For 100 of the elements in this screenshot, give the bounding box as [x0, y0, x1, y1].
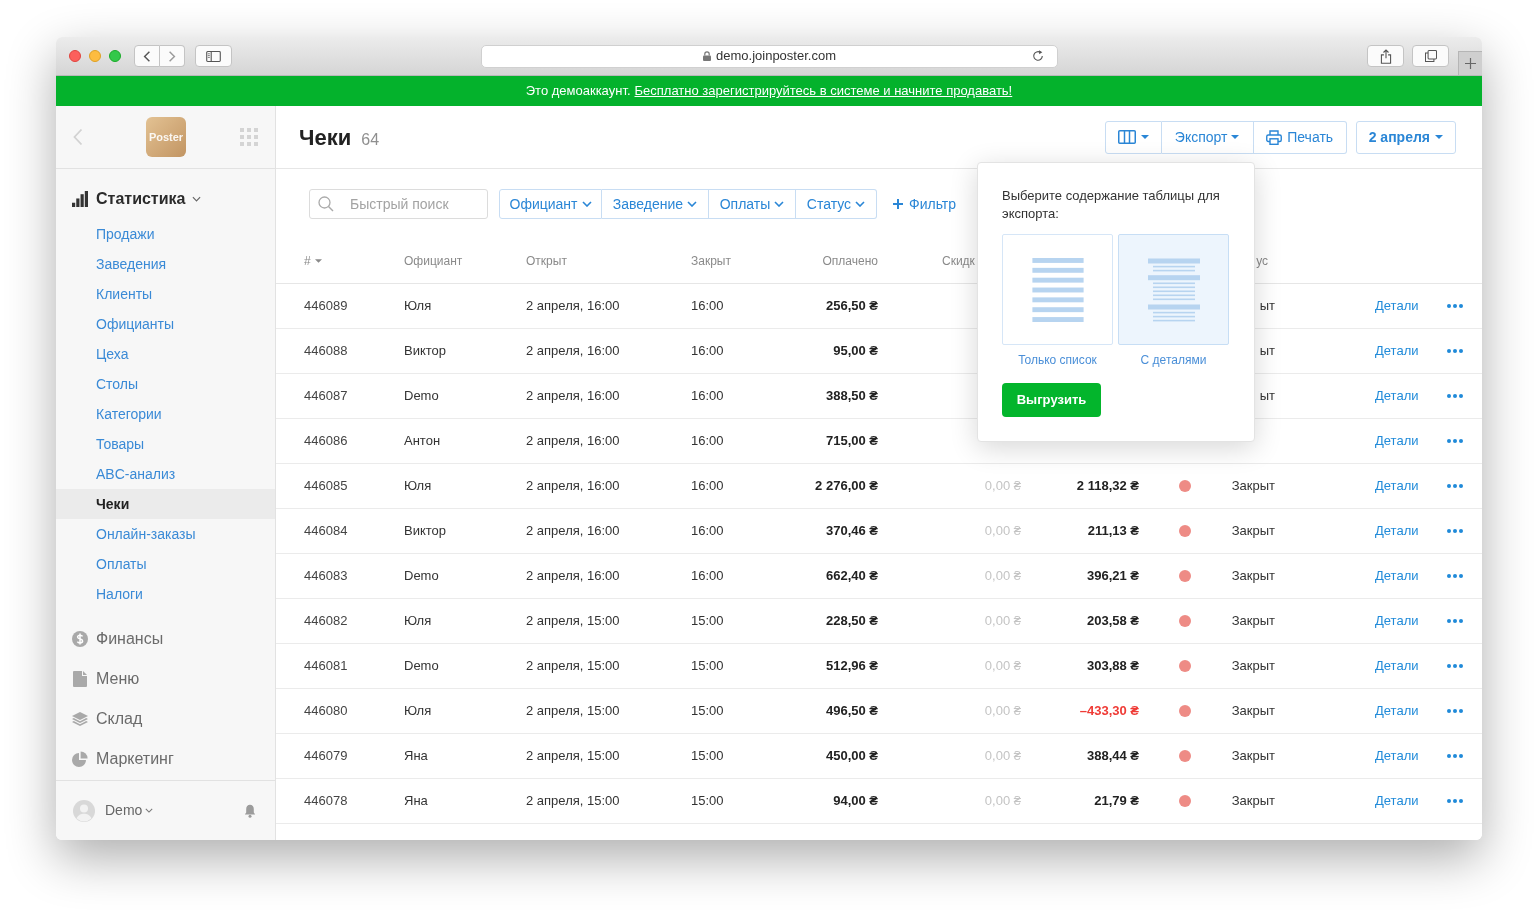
- logo[interactable]: Poster: [146, 117, 186, 157]
- user-menu-button[interactable]: Demo: [105, 800, 154, 821]
- filter-dropdown[interactable]: Заведение: [602, 189, 709, 219]
- bell-icon[interactable]: [244, 803, 256, 818]
- more-icon[interactable]: [1447, 439, 1463, 443]
- sort-caret-icon[interactable]: [314, 259, 322, 263]
- discount-amount: 0,00 ₴: [984, 612, 1021, 631]
- sidebar-toggle-button[interactable]: [195, 45, 232, 67]
- details-link[interactable]: Детали: [1375, 478, 1419, 494]
- reload-icon: [1032, 50, 1044, 62]
- signup-link[interactable]: Бесплатно зарегистрируйтесь в системе и начните продавать!: [634, 81, 1013, 101]
- more-icon[interactable]: [1447, 349, 1463, 353]
- sidebar-item[interactable]: Продажи: [56, 219, 275, 249]
- check-number: 446078: [304, 793, 348, 809]
- filter-dropdown[interactable]: Статус: [796, 189, 877, 219]
- sidebar-item[interactable]: Оплаты: [56, 549, 275, 579]
- sidebar-item[interactable]: Столы: [56, 369, 275, 399]
- plus-icon: [893, 199, 903, 209]
- option-label[interactable]: С деталями: [1140, 353, 1207, 367]
- column-header: Оплачено: [822, 253, 878, 270]
- more-icon[interactable]: [1447, 394, 1463, 398]
- date-picker-button[interactable]: 2 апреля: [1355, 120, 1456, 154]
- search-field[interactable]: Быстрый поиск: [309, 189, 488, 219]
- sidebar-item[interactable]: Цеха: [56, 339, 275, 369]
- profit-amount: 21,79 ₴: [1094, 792, 1139, 811]
- details-link[interactable]: Детали: [1375, 343, 1419, 359]
- address-bar[interactable]: demo.joinposter.com: [481, 44, 1058, 68]
- more-icon[interactable]: [1447, 709, 1463, 713]
- show-tabs-button[interactable]: [1412, 45, 1449, 67]
- column-header: Закрыт: [691, 254, 731, 268]
- reload-button[interactable]: [1031, 49, 1045, 63]
- more-icon[interactable]: [1447, 574, 1463, 578]
- sidebar-section[interactable]: Статистика: [96, 187, 186, 211]
- window-zoom-button[interactable]: [109, 50, 121, 62]
- status-text: ыт: [1259, 342, 1275, 361]
- sidebar-section[interactable]: Склад: [96, 707, 143, 731]
- export-option-tile[interactable]: [1002, 234, 1113, 345]
- sidebar-item[interactable]: Официанты: [56, 309, 275, 339]
- sidebar-item[interactable]: Товары: [56, 429, 275, 459]
- more-icon[interactable]: [1447, 529, 1463, 533]
- profit-amount: 2 118,32 ₴: [1076, 477, 1139, 496]
- sidebar-item[interactable]: Налоги: [56, 579, 275, 609]
- details-link[interactable]: Детали: [1375, 613, 1419, 629]
- sidebar-item[interactable]: Онлайн-заказы: [56, 519, 275, 549]
- sidebar-item[interactable]: Категории: [56, 399, 275, 429]
- details-link[interactable]: Детали: [1375, 748, 1419, 764]
- new-tab-button[interactable]: [1458, 51, 1482, 75]
- caret-icon: [1435, 135, 1443, 139]
- window-close-button[interactable]: [69, 50, 81, 62]
- details-link[interactable]: Детали: [1375, 793, 1419, 809]
- opened-time: 2 апреля, 15:00: [526, 793, 620, 809]
- dollar-coin-icon: [72, 631, 88, 647]
- details-link[interactable]: Детали: [1375, 388, 1419, 404]
- pie-chart-icon: [72, 751, 88, 767]
- export-option-tile[interactable]: [1118, 234, 1229, 345]
- details-link[interactable]: Детали: [1375, 658, 1419, 674]
- print-button[interactable]: Печать: [1253, 120, 1347, 154]
- sidebar-section[interactable]: Маркетинг: [96, 747, 174, 771]
- filter-dropdown[interactable]: Оплаты: [709, 189, 796, 219]
- sidebar-section[interactable]: Финансы: [96, 627, 164, 651]
- receipt-count: 64: [361, 129, 380, 150]
- status-text: Закрыт: [1231, 612, 1275, 631]
- discount-amount: 0,00 ₴: [984, 522, 1021, 541]
- chevron-down-icon: [581, 201, 592, 207]
- chevron-down-icon[interactable]: [192, 196, 202, 202]
- share-button[interactable]: [1367, 45, 1404, 67]
- columns-button[interactable]: [1104, 120, 1162, 154]
- details-link[interactable]: Детали: [1375, 298, 1419, 314]
- column-header: ус: [1256, 253, 1268, 270]
- sidebar-section[interactable]: Меню: [96, 667, 140, 691]
- details-link[interactable]: Детали: [1375, 433, 1419, 449]
- filter-dropdown[interactable]: Официант: [499, 189, 602, 219]
- opened-time: 2 апреля, 16:00: [526, 433, 620, 449]
- search-icon: [318, 196, 334, 212]
- profit-amount: 203,58 ₴: [1086, 612, 1139, 631]
- closed-time: 16:00: [691, 568, 724, 584]
- waiter-name: Юля: [404, 298, 432, 314]
- details-link[interactable]: Детали: [1375, 568, 1419, 584]
- add-filter-button[interactable]: Фильтр: [893, 189, 957, 219]
- discount-amount: 0,00 ₴: [984, 567, 1021, 586]
- sidebar-item[interactable]: Заведения: [56, 249, 275, 279]
- more-icon[interactable]: [1447, 754, 1463, 758]
- export-button[interactable]: Экспорт: [1161, 120, 1254, 154]
- sidebar-item[interactable]: Клиенты: [56, 279, 275, 309]
- status-text: Закрыт: [1231, 657, 1275, 676]
- more-icon[interactable]: [1447, 664, 1463, 668]
- check-number: 446088: [304, 343, 348, 359]
- download-button[interactable]: Выгрузить: [1002, 383, 1101, 417]
- more-icon[interactable]: [1447, 619, 1463, 623]
- back-button[interactable]: [134, 45, 160, 67]
- details-link[interactable]: Детали: [1375, 703, 1419, 719]
- column-header[interactable]: #: [304, 252, 311, 270]
- status-text: ыт: [1259, 387, 1275, 406]
- details-link[interactable]: Детали: [1375, 523, 1419, 539]
- option-label[interactable]: Только список: [1018, 353, 1097, 367]
- sidebar-item[interactable]: Чеки: [56, 489, 275, 519]
- more-icon[interactable]: [1447, 484, 1463, 488]
- more-icon[interactable]: [1447, 304, 1463, 308]
- sidebar-item[interactable]: ABC-анализ: [56, 459, 275, 489]
- more-icon[interactable]: [1447, 799, 1463, 803]
